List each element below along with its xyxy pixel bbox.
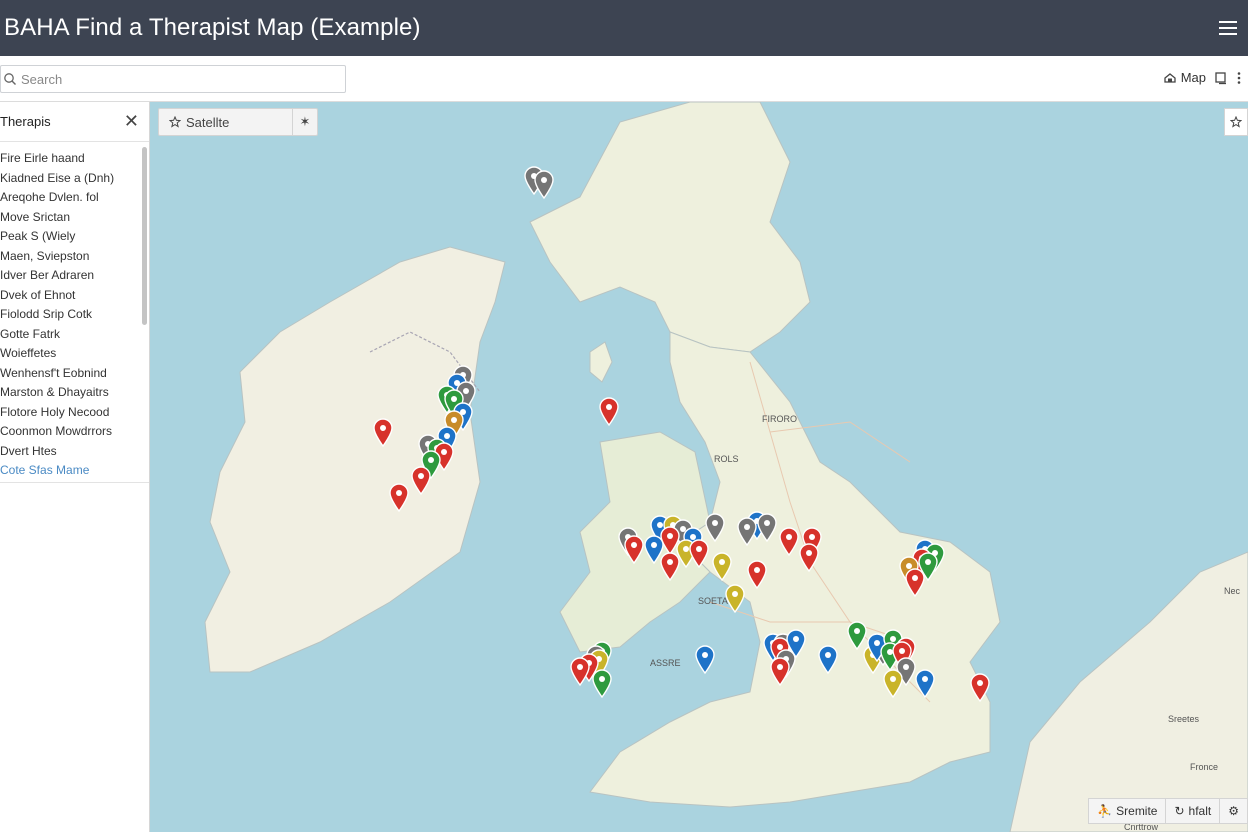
therapist-marker[interactable] [914, 668, 936, 699]
sidebar-title: Therapis [0, 114, 51, 129]
map-layers-icon [1164, 73, 1176, 83]
therapist-marker[interactable] [704, 512, 726, 542]
pin-button[interactable]: ✶ [293, 109, 317, 135]
star-outline-icon [1230, 116, 1242, 128]
therapist-list-item[interactable]: Woieffetes [0, 344, 149, 364]
therapist-list-item[interactable]: Kiadned Eise a (Dnh) [0, 169, 149, 189]
therapist-list-item[interactable]: Coonmon Mowdrrors [0, 422, 149, 442]
therapist-list-item[interactable]: Wenhensf't Eobnind [0, 364, 149, 384]
continent-landmass [1009, 551, 1248, 832]
ireland-landmass [204, 246, 506, 673]
map-type-control: Satellte ✶ [158, 108, 318, 136]
therapist-list-item[interactable]: Dvert Htes [0, 442, 149, 462]
more-vertical-icon[interactable] [1236, 71, 1242, 85]
place-label: ASSRE [650, 658, 681, 668]
map-view-button[interactable]: Map [1163, 70, 1206, 85]
therapist-list-item[interactable]: Flotore Holy Necood [0, 403, 149, 423]
map-type-label: Satellte [186, 114, 230, 130]
toolbar: Map [0, 56, 1248, 102]
therapist-list: Fire Eirle haand Kiadned Eise a (Dnh) Areq… [0, 142, 149, 483]
street-view-button[interactable]: ⛹ Sremite [1089, 799, 1167, 823]
therapist-list-item[interactable]: Move Srictan [0, 208, 149, 228]
hamburger-menu-button[interactable] [1208, 0, 1248, 56]
therapist-marker[interactable] [372, 417, 394, 447]
reset-view-label: hfalt [1188, 804, 1212, 818]
sidebar-scrollbar[interactable] [142, 147, 147, 325]
therapist-list-item[interactable]: Areqohe Dvlen. fol [0, 188, 149, 208]
therapist-marker[interactable] [694, 644, 716, 674]
scotland-landmass [529, 102, 811, 353]
place-label: Nec [1224, 586, 1241, 596]
settings-button[interactable]: ⚙ [1220, 799, 1247, 823]
therapist-list-item[interactable]: Maen, Sviepston [0, 247, 149, 267]
therapist-marker[interactable] [388, 482, 410, 512]
therapist-marker[interactable] [659, 551, 681, 581]
therapist-marker[interactable] [769, 656, 791, 687]
therapist-list-item[interactable]: Fire Eirle haand [0, 149, 149, 169]
place-label: FIRORO [762, 414, 797, 424]
therapist-marker[interactable] [724, 583, 746, 614]
refresh-icon: ↻ [1174, 804, 1185, 818]
therapist-marker[interactable] [569, 656, 591, 687]
therapist-marker[interactable] [882, 668, 904, 699]
isle-of-man [589, 341, 613, 383]
map-view-label: Map [1180, 70, 1206, 85]
street-view-label: Sremite [1116, 804, 1158, 818]
map-basemap [204, 102, 1248, 832]
therapist-marker[interactable] [533, 169, 555, 200]
place-label: ROLS [714, 454, 739, 464]
app-header: BAHA Find a Therapist Map (Example) [0, 0, 1248, 56]
close-icon[interactable]: ✕ [124, 111, 139, 132]
therapist-marker[interactable] [598, 396, 620, 427]
search-icon [4, 73, 16, 85]
therapist-marker[interactable] [798, 542, 820, 573]
therapist-list-item[interactable]: Dvek of Ehnot [0, 286, 149, 306]
therapist-marker[interactable] [746, 559, 768, 589]
therapist-list-item[interactable]: Cote Sfas Mame [0, 461, 149, 481]
therapist-sidebar: Therapis ✕ Fire Eirle haand Kiadned Eise … [0, 102, 150, 832]
sidebar-header: Therapis ✕ [0, 102, 149, 142]
map-bottom-controls: ⛹ Sremite ↻ hfalt ⚙ [1088, 798, 1248, 824]
therapist-marker[interactable] [817, 644, 839, 674]
therapist-marker[interactable] [591, 668, 613, 699]
gear-icon: ⚙ [1228, 804, 1239, 818]
reset-view-button[interactable]: ↻ hfalt [1166, 799, 1221, 823]
therapist-list-item[interactable]: Idver Ber Adraren [0, 266, 149, 286]
therapist-marker[interactable] [756, 512, 778, 542]
pin-icon: ✶ [299, 114, 311, 129]
search-box[interactable] [0, 65, 346, 93]
therapist-list-item[interactable]: Gotte Fatrk [0, 325, 149, 345]
place-label: Sreetes [1168, 714, 1200, 724]
page-title: BAHA Find a Therapist Map (Example) [4, 14, 421, 41]
therapist-marker[interactable] [688, 538, 710, 569]
therapist-list-item[interactable]: Marston & Dhayaitrs [0, 383, 149, 403]
place-label: Fronce [1190, 762, 1219, 772]
window-icon[interactable] [1214, 71, 1228, 85]
therapist-marker[interactable] [969, 672, 991, 703]
map-canvas[interactable]: FIRORO ROLS SOETA ASSRE Nec Sreetes Fron… [150, 102, 1248, 832]
therapist-marker[interactable] [711, 551, 733, 581]
toolbar-controls: Map [1163, 70, 1242, 85]
hamburger-icon [1219, 21, 1237, 35]
favorite-button[interactable] [1224, 108, 1248, 136]
therapist-marker[interactable] [904, 567, 926, 597]
satellite-toggle-button[interactable]: Satellte [159, 109, 293, 135]
therapist-marker[interactable] [736, 516, 758, 547]
therapist-list-item[interactable]: Peak S (Wiely [0, 227, 149, 247]
therapist-marker[interactable] [410, 465, 432, 496]
star-icon [169, 116, 181, 128]
therapist-list-item[interactable]: Fiolodd Srip Cotk [0, 305, 149, 325]
street-view-icon: ⛹ [1097, 804, 1113, 818]
search-input[interactable] [21, 71, 321, 87]
